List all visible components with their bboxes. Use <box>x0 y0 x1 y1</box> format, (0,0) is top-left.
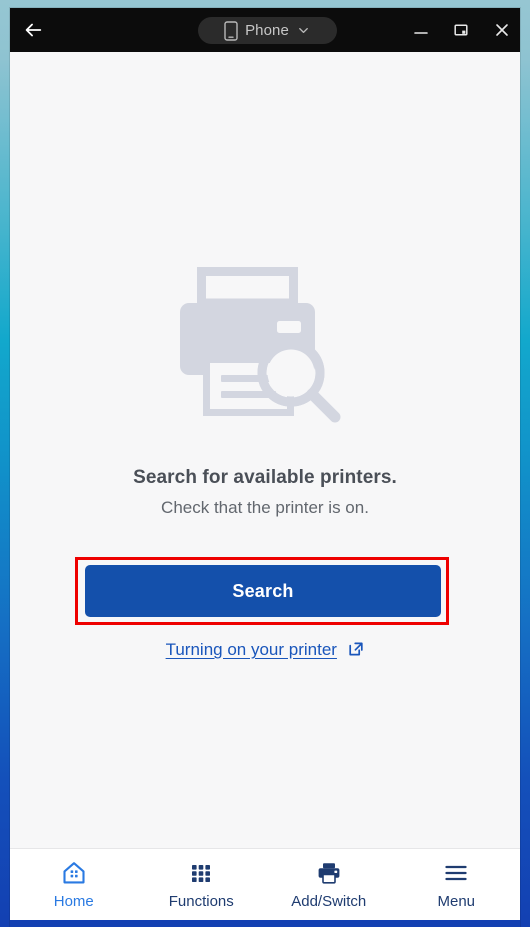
nav-label-home: Home <box>53 893 94 910</box>
external-link-icon <box>348 641 364 662</box>
window-titlebar: Phone <box>10 8 520 52</box>
main-content: Search for available printers. Check tha… <box>10 52 520 848</box>
chevron-down-icon <box>299 28 308 33</box>
close-button[interactable] <box>487 16 517 44</box>
app-window: Phone Search for available printers. Che… <box>10 8 520 927</box>
minimize-icon <box>414 32 428 34</box>
nav-label-add-switch: Add/Switch <box>291 893 367 910</box>
back-button[interactable] <box>16 14 50 46</box>
back-arrow-icon <box>25 23 42 37</box>
maximize-restore-button[interactable] <box>446 16 476 44</box>
nav-item-add-switch[interactable]: Add/Switch <box>265 849 393 921</box>
minimize-button[interactable] <box>406 16 436 44</box>
page-subtitle: Check that the printer is on. <box>161 498 369 517</box>
nav-label-menu: Menu <box>437 893 476 910</box>
device-chip-label: Phone <box>245 22 289 39</box>
printer-icon <box>316 860 342 886</box>
nav-item-menu[interactable]: Menu <box>393 849 521 921</box>
nav-item-home[interactable]: Home <box>10 849 138 921</box>
restore-window-icon <box>454 24 468 36</box>
search-button[interactable]: Search <box>85 565 441 617</box>
device-selector-chip[interactable]: Phone <box>198 17 337 44</box>
page-title: Search for available printers. <box>133 467 397 488</box>
nav-label-functions: Functions <box>168 893 234 910</box>
grid-apps-icon <box>188 860 214 886</box>
home-icon <box>61 860 87 886</box>
bottom-navigation-bar: Home Functions Add/Switch Menu <box>10 848 520 921</box>
nav-item-functions[interactable]: Functions <box>138 849 266 921</box>
hamburger-menu-icon <box>443 860 469 886</box>
turning-on-your-printer-link[interactable]: Turning on your printer <box>10 640 520 662</box>
help-link-label: Turning on your printer <box>165 640 337 659</box>
close-icon <box>496 24 508 36</box>
window-bottom-strip <box>10 920 520 927</box>
phone-icon <box>224 20 238 41</box>
printer-search-illustration <box>180 267 341 423</box>
